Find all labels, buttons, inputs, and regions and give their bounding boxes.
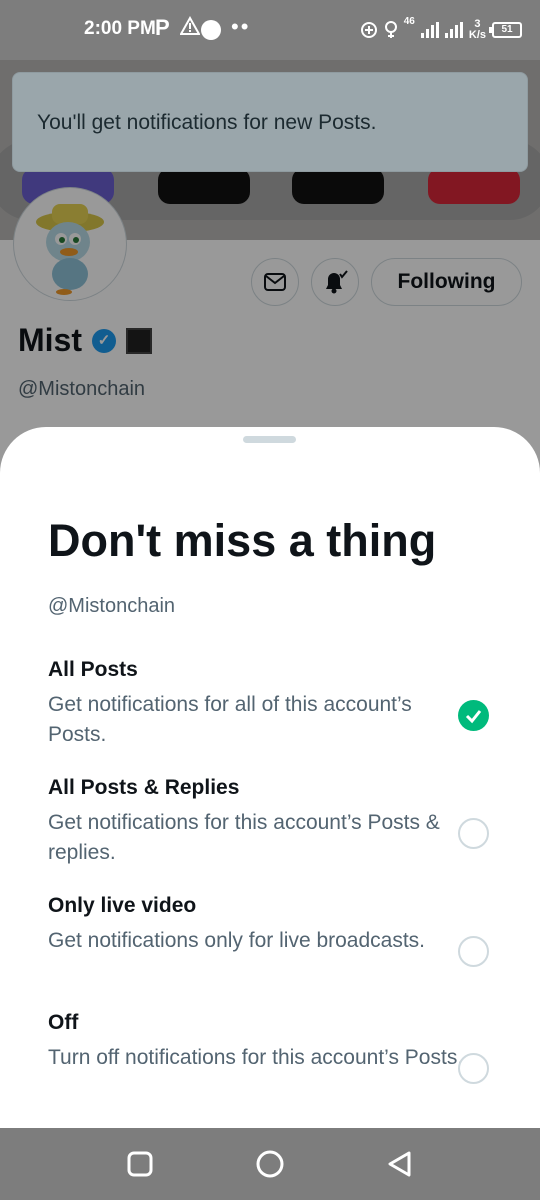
sheet-drag-handle[interactable] xyxy=(243,436,296,443)
radio-off[interactable] xyxy=(458,1053,489,1084)
signal-2-icon xyxy=(444,22,463,38)
warning-icon xyxy=(179,15,201,41)
radio-all-posts[interactable] xyxy=(458,700,489,731)
parking-icon: P xyxy=(155,15,170,40)
status-right: 46 3 K/s 51 xyxy=(360,16,522,44)
option-off[interactable]: Off Turn off notifications for this acco… xyxy=(48,1011,518,1121)
sheet-handle: @Mistonchain xyxy=(48,595,176,617)
back-button[interactable] xyxy=(384,1148,416,1180)
notification-settings-sheet: Don't miss a thing @Mistonchain All Post… xyxy=(0,427,540,1128)
alarm-icon xyxy=(384,21,397,38)
battery-icon: 51 xyxy=(489,22,522,38)
checkmark-icon xyxy=(465,710,482,724)
radio-live-video[interactable] xyxy=(458,936,489,967)
back-icon xyxy=(388,1151,411,1177)
option-description: Get notifications for all of this accoun… xyxy=(48,693,412,746)
net-speed: 3 K/s xyxy=(468,18,486,41)
home-button[interactable] xyxy=(254,1148,286,1180)
option-posts-replies[interactable]: All Posts & Replies Get notifications fo… xyxy=(48,776,518,886)
status-time: 2:00 PM xyxy=(84,18,156,39)
radio-posts-replies[interactable] xyxy=(458,818,489,849)
option-all-posts[interactable]: All Posts Get notifications for all of t… xyxy=(48,658,518,768)
sheet-title: Don't miss a thing xyxy=(48,515,437,566)
more-notifications-icon: •• xyxy=(231,14,251,39)
option-title: Only live video xyxy=(48,894,197,917)
recents-icon xyxy=(127,1151,153,1177)
option-description: Turn off notifications for this account’… xyxy=(48,1046,464,1069)
option-title: All Posts & Replies xyxy=(48,776,240,799)
status-bar: 2:00 PM P •• 46 3 K/s 51 xyxy=(0,0,540,60)
home-icon xyxy=(256,1150,284,1178)
option-description: Get notifications for this account’s Pos… xyxy=(48,811,440,864)
signal-icon xyxy=(420,22,439,38)
toast-message: You'll get notifications for new Posts. xyxy=(37,111,377,134)
toast-notification: You'll get notifications for new Posts. xyxy=(12,72,528,172)
option-live-video[interactable]: Only live video Get notifications only f… xyxy=(48,894,518,1004)
notification-dot-icon xyxy=(201,20,221,40)
system-nav-bar xyxy=(0,1128,540,1200)
network-type: 46 xyxy=(403,16,415,27)
option-description: Get notifications only for live broadcas… xyxy=(48,929,426,952)
option-title: All Posts xyxy=(48,658,138,681)
data-saver-icon xyxy=(360,22,377,38)
option-title: Off xyxy=(48,1011,79,1034)
recents-button[interactable] xyxy=(124,1148,156,1180)
